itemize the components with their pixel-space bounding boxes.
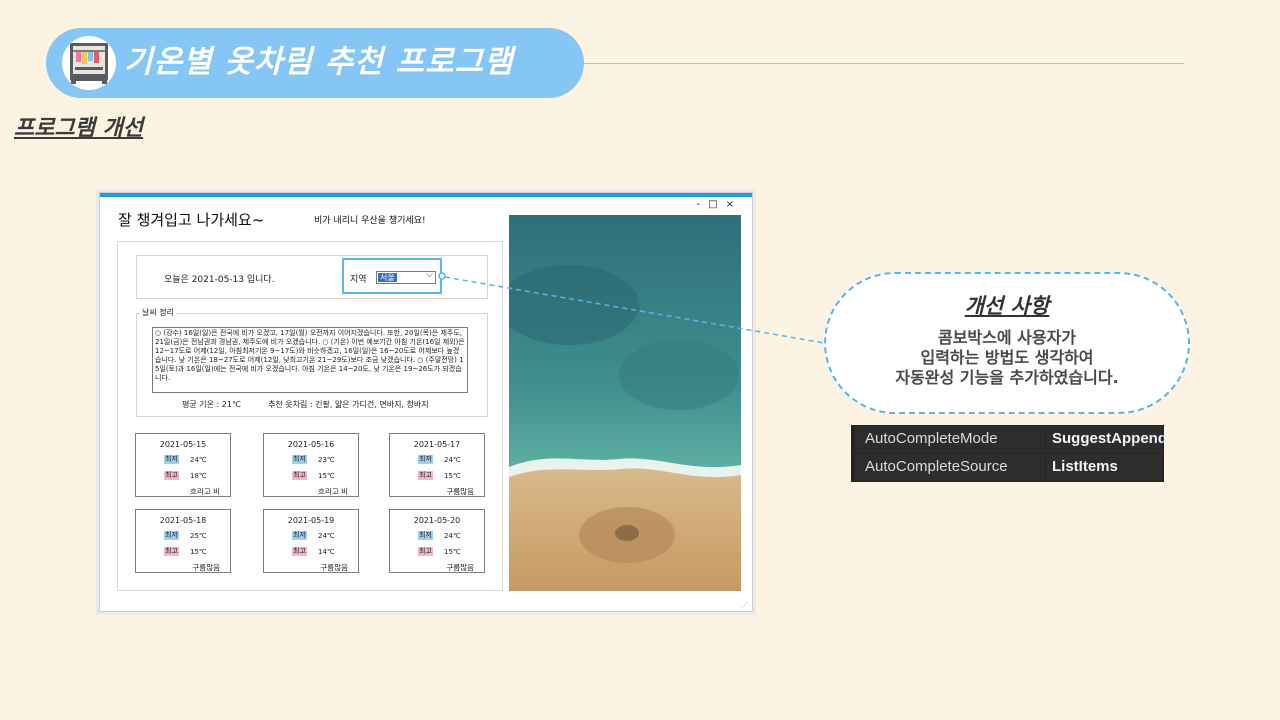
forecast-card: 2021-05-20 최저 24℃ 최고 15℃ 구름많음 [389,509,485,573]
window-controls: -□× [697,199,742,210]
high-temp-value: 15℃ [318,472,335,480]
today-label: 오늘은 2021-05-13 입니다. [164,275,275,285]
forecast-description: 흐리고 비 [318,487,348,496]
close-icon[interactable]: × [726,199,742,210]
low-temp-value: 24℃ [444,456,461,464]
beach-photo [509,215,741,591]
chevron-down-icon[interactable]: ⌵ [426,270,433,280]
callout-line: 입력하는 방법도 생각하여 [920,348,1094,367]
rain-message: 비가 내리니 우산을 챙기세요! [314,216,426,226]
high-temp-badge: 최고 [292,547,307,556]
weather-summary-textbox[interactable]: ○ (강수) 16일(일)은 전국에 비가 오겠고, 17일(월) 오전까지 이… [152,327,468,393]
forecast-description: 구름많음 [446,563,474,572]
forecast-card: 2021-05-18 최저 25℃ 최고 15℃ 구름많음 [135,509,231,573]
property-value[interactable]: SuggestAppend [1046,426,1167,453]
high-temp-value: 15℃ [444,472,461,480]
region-selected-value: 서울 [378,273,397,282]
low-temp-badge: 최저 [164,455,179,464]
low-temp-value: 24℃ [318,532,335,540]
low-temp-badge: 최저 [418,531,433,540]
slide-title: 기온별 옷차림 추천 프로그램 [124,44,514,80]
forecast-card: 2021-05-16 최저 23℃ 최고 15℃ 흐리고 비 [263,433,359,497]
forecast-description: 구름많음 [192,563,220,572]
high-temp-badge: 최고 [292,471,307,480]
title-divider [584,63,1184,64]
property-row[interactable]: AutoCompleteMode SuggestAppend [851,426,1167,454]
forecast-date: 2021-05-20 [413,516,461,525]
forecast-card: 2021-05-17 최저 24℃ 최고 15℃ 구름많음 [389,433,485,497]
forecast-description: 흐리고 비 [190,487,220,496]
window-accent-bar [100,193,752,197]
minimize-icon[interactable]: - [697,199,709,210]
forecast-date: 2021-05-19 [287,516,335,525]
property-panel: AutoCompleteMode SuggestAppend AutoCompl… [851,425,1167,482]
callout-body: 콤보박스에 사용자가 입력하는 방법도 생각하여 자동완성 기능을 추가하였습니… [824,328,1190,388]
forecast-card: 2021-05-19 최저 24℃ 최고 14℃ 구름많음 [263,509,359,573]
property-name: AutoCompleteSource [855,454,1045,481]
low-temp-value: 23℃ [318,456,335,464]
low-temp-value: 24℃ [190,456,207,464]
high-temp-value: 15℃ [190,548,207,556]
forecast-date: 2021-05-17 [413,440,461,449]
low-temp-badge: 최저 [292,531,307,540]
forecast-date: 2021-05-18 [159,516,207,525]
resize-grip-icon[interactable]: ⋰ [741,601,748,609]
app-heading: 잘 챙겨입고 나가세요~ [118,211,265,229]
forecast-date: 2021-05-15 [159,440,207,449]
forecast-card: 2021-05-15 최저 24℃ 최고 18℃ 흐리고 비 [135,433,231,497]
low-temp-badge: 최저 [164,531,179,540]
section-title: 프로그램 개선 [14,116,144,141]
high-temp-badge: 최고 [164,547,179,556]
region-combobox[interactable]: 서울 ⌵ [376,270,436,284]
weather-group-label: 날씨 정리 [140,307,176,318]
app-window: -□× 잘 챙겨입고 나가세요~ 비가 내리니 우산을 챙기세요! 오늘은 20… [99,192,753,612]
average-temperature: 평균 기온 : 21℃ [182,400,241,409]
callout-title: 개선 사항 [964,294,1050,318]
low-temp-badge: 최저 [418,455,433,464]
high-temp-badge: 최고 [418,471,433,480]
forecast-description: 구름많음 [320,563,348,572]
high-temp-value: 18℃ [190,472,207,480]
property-row[interactable]: AutoCompleteSource ListItems [851,454,1164,482]
property-value[interactable]: ListItems [1046,454,1162,481]
high-temp-badge: 최고 [164,471,179,480]
high-temp-value: 15℃ [444,548,461,556]
low-temp-value: 25℃ [190,532,207,540]
low-temp-badge: 최저 [292,455,307,464]
clothing-recommendation: 추천 옷차림 : 긴팔, 얇은 가디건, 면바지, 청바지 [268,400,429,409]
low-temp-value: 24℃ [444,532,461,540]
property-name: AutoCompleteMode [855,426,1045,453]
callout-line: 자동완성 기능을 추가하였습니다. [895,368,1119,387]
callout-line: 콤보박스에 사용자가 [937,328,1077,347]
high-temp-value: 14℃ [318,548,335,556]
forecast-description: 구름많음 [446,487,474,496]
wardrobe-icon [62,36,116,90]
high-temp-badge: 최고 [418,547,433,556]
forecast-date: 2021-05-16 [287,440,335,449]
maximize-icon[interactable]: □ [708,199,725,210]
